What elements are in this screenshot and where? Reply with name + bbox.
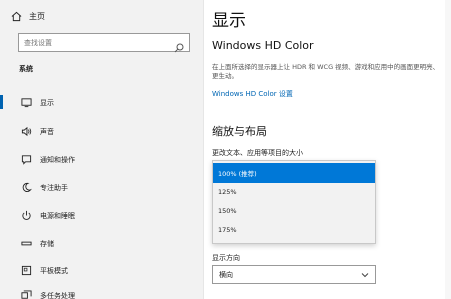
search-box[interactable] <box>18 33 190 53</box>
sidebar-section-title: 系统 <box>19 65 33 73</box>
sidebar-item-label: 电源和睡眠 <box>40 212 75 220</box>
scale-dropdown-list[interactable]: 100% (推荐) 125% 150% 175% <box>212 160 376 244</box>
notification-icon <box>20 153 32 165</box>
sidebar-item-label: 显示 <box>40 99 54 107</box>
sidebar-item-notifications[interactable]: 通知和操作 <box>0 149 203 169</box>
sidebar-item-label: 声音 <box>40 128 54 136</box>
scale-label: 更改文本、应用等项目的大小 <box>212 149 303 157</box>
sidebar-item-multitasking[interactable]: 多任务处理 <box>0 285 203 299</box>
scale-option[interactable]: 100% (推荐) <box>213 163 375 183</box>
sidebar: 主页 系统 显示 声音 通知和操作 <box>0 0 203 299</box>
sidebar-item-label: 多任务处理 <box>40 292 75 299</box>
speaker-icon <box>20 125 32 137</box>
sidebar-item-label: 存储 <box>40 240 54 248</box>
search-input[interactable] <box>24 38 174 47</box>
scale-option[interactable]: 125% <box>213 182 375 202</box>
main-content: 显示 Windows HD Color 在上面所选择的显示器上让 HDR 和 W… <box>204 0 451 299</box>
sidebar-item-label: 专注助手 <box>40 184 68 192</box>
sidebar-item-label: 通知和操作 <box>40 156 75 164</box>
sidebar-item-tablet-mode[interactable]: 平板模式 <box>0 260 203 280</box>
home-icon <box>9 9 23 23</box>
chevron-down-icon <box>361 271 369 279</box>
hdr-settings-link[interactable]: Windows HD Color 设置 <box>212 89 293 99</box>
hdr-description: 在上面所选择的显示器上让 HDR 和 WCG 视频、游戏和应用中的画面更明亮、更… <box>212 63 440 80</box>
hdr-heading: Windows HD Color <box>212 39 314 52</box>
sidebar-item-display[interactable]: 显示 <box>0 92 203 112</box>
settings-window: 主页 系统 显示 声音 通知和操作 <box>0 0 451 299</box>
monitor-icon <box>20 96 32 108</box>
tablet-icon <box>20 264 32 276</box>
scale-option[interactable]: 150% <box>213 201 375 221</box>
moon-icon <box>20 181 32 193</box>
sidebar-item-sound[interactable]: 声音 <box>0 121 203 141</box>
orientation-value: 横向 <box>219 270 233 279</box>
nav-home-label: 主页 <box>29 11 45 21</box>
scale-option[interactable]: 175% <box>213 220 375 240</box>
search-icon[interactable] <box>174 38 184 53</box>
sidebar-item-power-sleep[interactable]: 电源和睡眠 <box>0 205 203 225</box>
sidebar-item-label: 平板模式 <box>40 267 68 275</box>
multitask-icon <box>20 289 32 299</box>
layout-heading: 缩放与布局 <box>212 125 267 138</box>
power-icon <box>20 209 32 221</box>
window-edge <box>445 0 451 299</box>
sidebar-item-storage[interactable]: 存储 <box>0 233 203 253</box>
sidebar-item-focus-assist[interactable]: 专注助手 <box>0 177 203 197</box>
storage-icon <box>20 237 32 249</box>
active-indicator <box>0 95 3 109</box>
orientation-label: 显示方向 <box>212 254 240 262</box>
orientation-select[interactable]: 横向 <box>212 265 376 284</box>
nav-home[interactable]: 主页 <box>9 8 45 24</box>
page-title: 显示 <box>212 11 246 31</box>
